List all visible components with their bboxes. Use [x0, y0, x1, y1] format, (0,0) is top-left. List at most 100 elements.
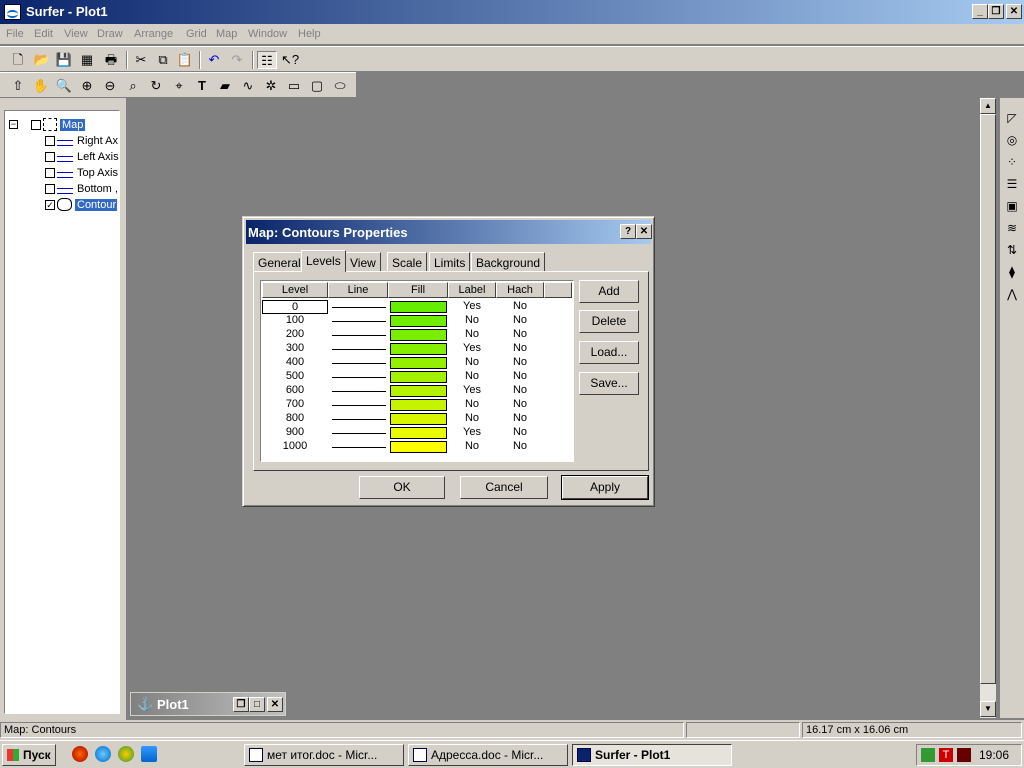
- tab-limits[interactable]: Limits: [429, 252, 471, 271]
- ok-button[interactable]: OK: [359, 476, 445, 499]
- level-cell[interactable]: 1000: [262, 440, 328, 454]
- base-map-icon[interactable]: ◸: [1004, 110, 1020, 126]
- label-cell[interactable]: No: [448, 398, 496, 412]
- tab-scale[interactable]: Scale: [387, 252, 428, 271]
- network-icon[interactable]: [921, 748, 935, 762]
- hach-cell[interactable]: No: [496, 426, 544, 440]
- polygon-icon[interactable]: ▰: [215, 77, 235, 95]
- chrome-icon[interactable]: [118, 746, 134, 762]
- table-row[interactable]: 0 Yes No: [262, 300, 572, 314]
- start-button[interactable]: Пуск: [2, 744, 56, 766]
- level-cell[interactable]: 500: [262, 370, 328, 384]
- level-cell[interactable]: 200: [262, 328, 328, 342]
- worksheet-icon[interactable]: ▦: [77, 51, 97, 69]
- save-button[interactable]: Save...: [579, 372, 639, 395]
- shaded-relief-icon[interactable]: ≋: [1004, 220, 1020, 236]
- firefox-icon[interactable]: [72, 746, 88, 762]
- paste-icon[interactable]: 📋: [175, 51, 195, 69]
- label-cell[interactable]: No: [448, 440, 496, 454]
- ellipse-icon[interactable]: ⬭: [330, 77, 350, 95]
- fill-swatch[interactable]: [390, 301, 447, 313]
- vector-map-icon[interactable]: ⇅: [1004, 242, 1020, 258]
- level-cell[interactable]: 700: [262, 398, 328, 412]
- menu-edit[interactable]: Edit: [34, 28, 53, 40]
- line-style-cell[interactable]: [332, 391, 386, 392]
- tree-item-top-axis[interactable]: Top Axis: [5, 165, 119, 181]
- object-manager-icon[interactable]: ☷: [257, 51, 277, 69]
- save-icon[interactable]: 💾: [54, 51, 74, 69]
- label-cell[interactable]: Yes: [448, 426, 496, 440]
- fill-swatch[interactable]: [390, 329, 447, 341]
- tab-levels[interactable]: Levels: [301, 250, 346, 272]
- tab-general[interactable]: General: [253, 252, 306, 271]
- fill-swatch[interactable]: [390, 413, 447, 425]
- zoom-out-icon[interactable]: ⊖: [100, 77, 120, 95]
- tree-checkbox[interactable]: [31, 120, 41, 130]
- context-help-icon[interactable]: ↖?: [280, 51, 300, 69]
- tree-item-left-axis[interactable]: Left Axis: [5, 149, 119, 165]
- table-row[interactable]: 200 No No: [262, 328, 572, 342]
- fill-swatch[interactable]: [390, 399, 447, 411]
- print-icon[interactable]: 🖶: [101, 51, 121, 69]
- menu-arrange[interactable]: Arrange: [134, 28, 173, 40]
- label-cell[interactable]: Yes: [448, 384, 496, 398]
- level-cell[interactable]: 800: [262, 412, 328, 426]
- wireframe-icon[interactable]: ⧫: [1004, 264, 1020, 280]
- tray-app-icon[interactable]: [957, 748, 971, 762]
- scroll-thumb[interactable]: [980, 114, 996, 684]
- table-row[interactable]: 300 Yes No: [262, 342, 572, 356]
- line-style-cell[interactable]: [332, 321, 386, 322]
- cut-icon[interactable]: ✂: [131, 51, 151, 69]
- menu-window[interactable]: Window: [248, 28, 287, 40]
- rectangle-icon[interactable]: ▭: [284, 77, 304, 95]
- label-cell[interactable]: No: [448, 328, 496, 342]
- classed-post-icon[interactable]: ☰: [1004, 176, 1020, 192]
- tab-view[interactable]: View: [345, 252, 381, 271]
- lang-icon[interactable]: T: [939, 748, 953, 762]
- mdi-restore-button[interactable]: ❐: [233, 697, 249, 712]
- redraw-icon[interactable]: ↻: [146, 77, 166, 95]
- fill-swatch[interactable]: [390, 315, 447, 327]
- menu-help[interactable]: Help: [298, 28, 321, 40]
- level-cell[interactable]: 0: [262, 300, 328, 314]
- rounded-rect-icon[interactable]: ▢: [307, 77, 327, 95]
- collapse-icon[interactable]: −: [9, 120, 18, 129]
- fill-swatch[interactable]: [390, 385, 447, 397]
- menu-view[interactable]: View: [64, 28, 88, 40]
- undo-icon[interactable]: ↶: [204, 51, 224, 69]
- task-met-itog-doc[interactable]: мет итог.doc - Micr...: [244, 744, 404, 766]
- tab-background[interactable]: Background: [471, 252, 546, 271]
- hach-cell[interactable]: No: [496, 398, 544, 412]
- menu-file[interactable]: File: [6, 28, 24, 40]
- tree-checkbox[interactable]: [45, 168, 55, 178]
- minimize-button[interactable]: _: [972, 4, 988, 19]
- tree-item-map[interactable]: − Map: [9, 117, 119, 133]
- tree-checkbox[interactable]: [45, 136, 55, 146]
- minimized-plot-window[interactable]: ⚓ Plot1 ❐ □ ✕: [130, 692, 286, 716]
- new-icon[interactable]: 🗋: [8, 51, 28, 69]
- label-cell[interactable]: Yes: [448, 300, 496, 314]
- select-arrow-icon[interactable]: ⇧: [8, 77, 28, 95]
- label-cell[interactable]: No: [448, 314, 496, 328]
- line-style-cell[interactable]: [332, 335, 386, 336]
- redo-icon[interactable]: ↷: [227, 51, 247, 69]
- line-style-cell[interactable]: [332, 419, 386, 420]
- tree-checkbox-checked[interactable]: ✓: [45, 200, 55, 210]
- hach-cell[interactable]: No: [496, 370, 544, 384]
- line-style-cell[interactable]: [332, 433, 386, 434]
- fill-swatch[interactable]: [390, 427, 447, 439]
- add-button[interactable]: Add: [579, 280, 639, 303]
- restore-button[interactable]: ❐: [988, 4, 1004, 19]
- level-cell[interactable]: 300: [262, 342, 328, 356]
- polyline-icon[interactable]: ∿: [238, 77, 258, 95]
- fill-swatch[interactable]: [390, 343, 447, 355]
- dialog-help-button[interactable]: ?: [620, 224, 636, 239]
- hach-cell[interactable]: No: [496, 314, 544, 328]
- hach-cell[interactable]: No: [496, 412, 544, 426]
- task-adressa-doc[interactable]: Адресса.doc - Micr...: [408, 744, 568, 766]
- line-style-cell[interactable]: [332, 363, 386, 364]
- label-cell[interactable]: Yes: [448, 342, 496, 356]
- fill-swatch[interactable]: [390, 357, 447, 369]
- load-button[interactable]: Load...: [579, 341, 639, 364]
- zoom-fit-icon[interactable]: ⌕: [123, 77, 143, 95]
